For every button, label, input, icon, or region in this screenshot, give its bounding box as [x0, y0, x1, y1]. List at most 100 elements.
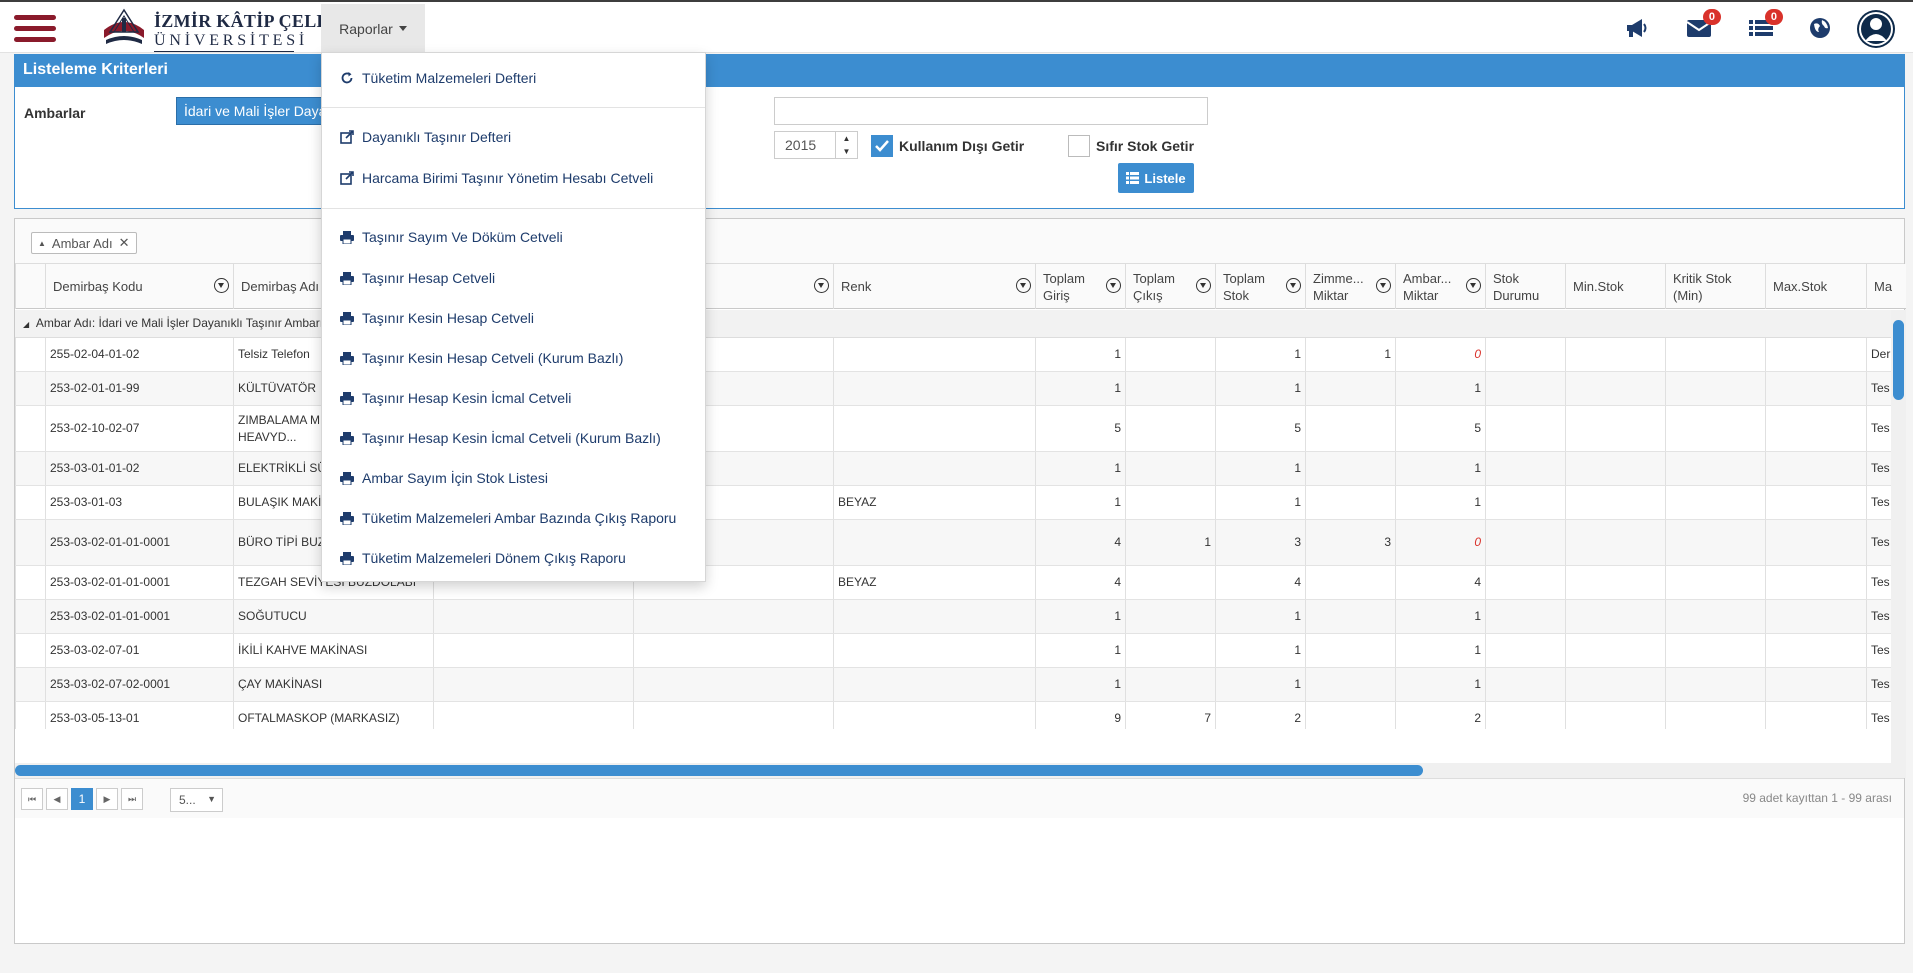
row-select-cell[interactable]	[15, 668, 45, 701]
row-select-cell[interactable]	[15, 406, 45, 451]
column-header[interactable]: Stok Durumu	[1485, 264, 1565, 309]
column-filter-icon[interactable]	[1286, 278, 1301, 293]
menu-item[interactable]: Harcama Birimi Taşınır Yönetim Hesabı Ce…	[322, 163, 705, 193]
vertical-scroll-thumb[interactable]	[1893, 320, 1904, 400]
cell-last: Tes	[1866, 566, 1891, 599]
group-chip[interactable]: ▲ Ambar Adı ✕	[31, 232, 137, 254]
hamburger-menu-icon[interactable]	[14, 15, 56, 43]
print-icon	[340, 511, 354, 525]
page-size-value: 5...	[179, 793, 196, 807]
table-row[interactable]: 253-03-02-07-02-0001 ÇAY MAKİNASI 1 1 1 Tes	[15, 668, 1891, 702]
row-select-cell[interactable]	[15, 372, 45, 405]
sifir-stok-checkbox[interactable]	[1068, 135, 1090, 157]
ambar-select[interactable]: İdari ve Mali İşler Dayanıklı Taşınır Am…	[176, 97, 336, 125]
cell-empty	[1665, 566, 1765, 599]
vertical-scrollbar[interactable]	[1891, 310, 1906, 763]
column-header[interactable]: Min.Stok	[1565, 264, 1665, 309]
menu-item[interactable]: Ambar Sayım İçin Stok Listesi	[322, 463, 705, 493]
column-header[interactable]: Ma	[1866, 264, 1899, 309]
print-icon	[340, 271, 354, 285]
menu-item[interactable]: Taşınır Hesap Cetveli	[322, 263, 705, 293]
column-header[interactable]: Ambar... Miktar	[1395, 264, 1485, 309]
cell-empty	[633, 668, 833, 701]
column-header-label: Zimme... Miktar	[1313, 271, 1364, 303]
column-filter-icon[interactable]	[1196, 278, 1211, 293]
column-header[interactable]: Demirbaş Kodu	[45, 264, 233, 309]
sort-asc-icon: ▲	[38, 238, 46, 248]
cell-empty	[1565, 668, 1665, 701]
table-row[interactable]: 253-03-01-03 BULAŞIK MAKİN... BEYAZ 1 1 1 Tes	[15, 486, 1891, 520]
table-row[interactable]: 253-03-02-07-01 İKİLİ KAHVE MAKİNASI 1 1 1 Te…	[15, 634, 1891, 668]
column-header[interactable]: Renk	[833, 264, 1035, 309]
cell-giris: 1	[1035, 600, 1125, 633]
menu-item[interactable]: Taşınır Hesap Kesin İcmal Cetveli	[322, 383, 705, 413]
cell-empty	[1485, 520, 1565, 565]
column-filter-icon[interactable]	[1376, 278, 1391, 293]
listele-button[interactable]: Listele	[1118, 163, 1194, 193]
horizontal-scrollbar[interactable]	[15, 763, 1906, 778]
university-logo[interactable]: İZMİR KÂTİP ÇELEBİ ÜNİVERSİTESİ	[100, 8, 348, 52]
spin-down-icon[interactable]: ▼	[836, 145, 857, 158]
table-row[interactable]: 253-03-02-01-01-0001 SOĞUTUCU 1 1 1 Tes	[15, 600, 1891, 634]
column-header[interactable]: Kritik Stok (Min)	[1665, 264, 1765, 309]
menu-item[interactable]: Taşınır Kesin Hesap Cetveli	[322, 303, 705, 333]
column-header[interactable]: Zimme... Miktar	[1305, 264, 1395, 309]
column-filter-icon[interactable]	[1106, 278, 1121, 293]
kullanim-disi-checkbox[interactable]	[871, 135, 893, 157]
table-row[interactable]: 253-03-01-01-02 ELEKTRİKLİ SÜ... 1 1 1 Tes	[15, 452, 1891, 486]
menu-item[interactable]: Taşınır Sayım Ve Döküm Cetveli	[322, 222, 705, 252]
menu-item[interactable]: Dayanıklı Taşınır Defteri	[322, 122, 705, 152]
remove-group-icon[interactable]: ✕	[119, 235, 130, 251]
row-select-cell[interactable]	[15, 600, 45, 633]
user-avatar[interactable]	[1857, 10, 1895, 48]
column-filter-icon[interactable]	[1016, 278, 1031, 293]
column-header[interactable]: Max.Stok	[1765, 264, 1866, 309]
horizontal-scroll-thumb[interactable]	[15, 765, 1423, 776]
table-row[interactable]: 253-03-02-01-01-0001BÜRO TİPİ BUZ... TİP…	[15, 520, 1891, 566]
tasks-list-icon[interactable]: 0	[1747, 9, 1783, 42]
collapse-group-icon[interactable]: ◢	[23, 320, 29, 329]
column-filter-icon[interactable]	[1466, 278, 1481, 293]
menu-item[interactable]: Tüketim Malzemeleri Defteri	[322, 63, 705, 93]
reports-menu-button[interactable]: Raporlar	[321, 4, 425, 53]
language-globe-icon[interactable]	[1806, 14, 1834, 42]
cell-cikis	[1125, 634, 1215, 667]
last-page-icon[interactable]: ⏭	[121, 788, 143, 810]
mail-envelope-icon[interactable]: 0	[1685, 9, 1721, 42]
column-header[interactable]: Toplam Çıkış	[1125, 264, 1215, 309]
column-filter-icon[interactable]	[214, 278, 229, 293]
page-1-button[interactable]: 1	[71, 788, 93, 810]
row-select-cell[interactable]	[15, 338, 45, 371]
menu-item[interactable]: Tüketim Malzemeleri Ambar Bazında Çıkış …	[322, 503, 705, 533]
spin-up-icon[interactable]: ▲	[836, 132, 857, 145]
row-select-cell[interactable]	[15, 634, 45, 667]
criteria-text-input[interactable]	[774, 97, 1208, 125]
cell-giris: 4	[1035, 520, 1125, 565]
menu-item[interactable]: Taşınır Kesin Hesap Cetveli (Kurum Bazlı…	[322, 343, 705, 373]
first-page-icon[interactable]: ⏮	[21, 788, 43, 810]
page-size-select[interactable]: 5... ▼	[170, 788, 223, 812]
grid-body: 255-02-04-01-02 Telsiz Telefon 1 1 1 0 Der 253-…	[15, 338, 1891, 729]
row-select-cell[interactable]	[15, 486, 45, 519]
column-filter-icon[interactable]	[814, 278, 829, 293]
table-row[interactable]: 253-03-02-01-01-0001 TEZGAH SEVİYESİ BUZD…	[15, 566, 1891, 600]
year-spinner[interactable]: 2015 ▲ ▼	[774, 131, 858, 159]
table-row[interactable]: 253-02-10-02-07 ZIMBALAMA M... RAPİD HEAV…	[15, 406, 1891, 452]
cell-empty	[1765, 338, 1866, 371]
column-header[interactable]: Toplam Giriş	[1035, 264, 1125, 309]
next-page-icon[interactable]: ▶	[96, 788, 118, 810]
cell-cikis	[1125, 338, 1215, 371]
column-header[interactable]: Toplam Stok	[1215, 264, 1305, 309]
row-select-cell[interactable]	[15, 702, 45, 729]
menu-item-label: Harcama Birimi Taşınır Yönetim Hesabı Ce…	[362, 170, 654, 186]
announcements-megaphone-icon[interactable]	[1623, 14, 1651, 42]
prev-page-icon[interactable]: ◀	[46, 788, 68, 810]
table-row[interactable]: 253-03-05-13-01 OFTALMASKOP (MARKASIZ) 9 7 2…	[15, 702, 1891, 729]
row-select-cell[interactable]	[15, 566, 45, 599]
table-row[interactable]: 255-02-04-01-02 Telsiz Telefon 1 1 1 0 Der	[15, 338, 1891, 372]
row-select-cell[interactable]	[15, 520, 45, 565]
menu-item[interactable]: Taşınır Hesap Kesin İcmal Cetveli (Kurum…	[322, 423, 705, 453]
table-row[interactable]: 253-02-01-01-99 KÜLTÜVATÖR 1 1 1 Tes	[15, 372, 1891, 406]
menu-item[interactable]: Tüketim Malzemeleri Dönem Çıkış Raporu	[322, 543, 705, 573]
row-select-cell[interactable]	[15, 452, 45, 485]
